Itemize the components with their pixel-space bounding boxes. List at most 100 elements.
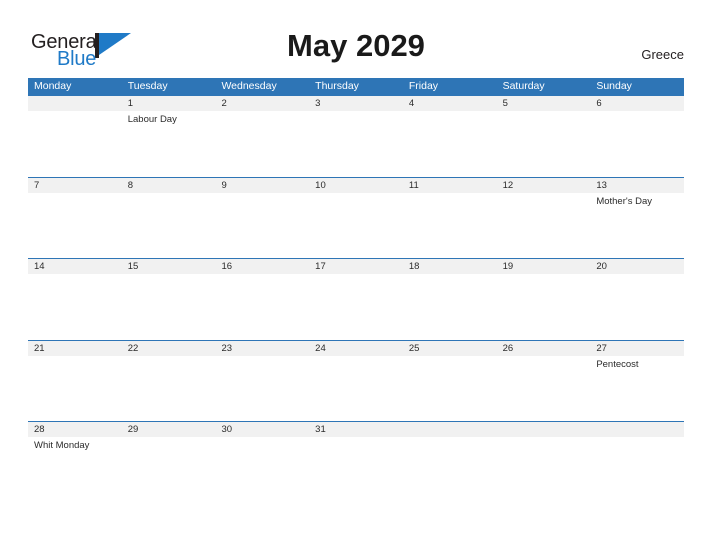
day-events [215, 193, 309, 196]
calendar-day-cell-empty [496, 422, 591, 503]
day-events [122, 274, 216, 277]
weekday-header-sunday: Sunday [596, 80, 632, 92]
calendar-day-cell[interactable]: 29 [121, 422, 216, 503]
day-events: Pentecost [590, 356, 684, 371]
day-events [497, 356, 591, 359]
day-number: 15 [121, 259, 216, 274]
day-number: 9 [215, 177, 310, 193]
calendar-day-cell[interactable]: 23 [215, 340, 310, 422]
calendar-week-row: 14 15 16 17 18 19 20 [28, 258, 685, 340]
day-events: Whit Monday [28, 437, 122, 452]
calendar-day-cell[interactable]: 30 [215, 422, 310, 503]
calendar-day-cell[interactable]: 9 [215, 177, 310, 259]
day-number: 24 [309, 340, 403, 356]
day-number: 4 [402, 96, 497, 111]
day-number: 18 [402, 259, 497, 274]
calendar-day-cell[interactable]: 25 [402, 340, 497, 422]
calendar-day-cell-empty [402, 422, 497, 503]
country-label: Greece [641, 47, 684, 62]
day-events [309, 274, 403, 277]
day-events [215, 437, 309, 440]
day-number: 8 [121, 177, 216, 193]
day-events [28, 193, 122, 196]
day-events [590, 437, 684, 440]
day-events [403, 193, 497, 196]
day-number: 26 [496, 340, 591, 356]
calendar-day-cell[interactable]: 13 Mother's Day [590, 177, 685, 259]
day-number: 29 [121, 422, 216, 437]
day-number: 14 [28, 259, 122, 274]
day-number: 13 [590, 177, 685, 193]
holiday-event: Labour Day [127, 114, 177, 125]
calendar-day-cell[interactable]: 19 [496, 259, 591, 340]
day-events [215, 274, 309, 277]
day-events [590, 274, 684, 277]
calendar-day-cell[interactable]: 11 [402, 177, 497, 259]
calendar-day-cell[interactable]: 14 [28, 259, 122, 340]
day-events [28, 274, 122, 277]
day-number: 30 [215, 422, 310, 437]
weekday-header-monday: Monday [34, 80, 72, 92]
calendar-grid: Monday Tuesday Wednesday Thursday Friday Satu… [28, 78, 685, 503]
calendar-day-cell[interactable]: 31 [309, 422, 403, 503]
calendar-day-cell[interactable]: 12 [496, 177, 591, 259]
day-events [28, 356, 122, 359]
calendar-day-cell[interactable]: 28 Whit Monday [28, 422, 122, 503]
day-number [590, 422, 685, 437]
day-number: 10 [309, 177, 403, 193]
day-number: 12 [496, 177, 591, 193]
calendar-day-cell[interactable]: 5 [496, 96, 591, 177]
holiday-event: Whit Monday [34, 440, 90, 451]
day-number: 1 [121, 96, 216, 111]
day-number [402, 422, 497, 437]
day-events [122, 437, 216, 440]
day-number: 5 [496, 96, 591, 111]
calendar-day-cell[interactable]: 2 [215, 96, 310, 177]
calendar-day-cell[interactable]: 6 [590, 96, 685, 177]
calendar-page: General Blue May 2029 Greece Monday Tuesd… [0, 0, 712, 550]
day-number: 31 [309, 422, 403, 437]
day-events [122, 356, 216, 359]
day-number: 21 [28, 340, 122, 356]
calendar-day-cell[interactable]: 26 [496, 340, 591, 422]
calendar-day-cell[interactable]: 17 [309, 259, 403, 340]
calendar-day-cell[interactable]: 8 [121, 177, 216, 259]
calendar-day-cell[interactable]: 16 [215, 259, 310, 340]
day-number: 27 [590, 340, 685, 356]
calendar-week-row: 28 Whit Monday 29 30 31 [28, 421, 685, 503]
day-number: 2 [215, 96, 310, 111]
calendar-day-cell[interactable]: 22 [121, 340, 216, 422]
day-events [403, 274, 497, 277]
day-events [497, 437, 591, 440]
calendar-day-cell[interactable]: 27 Pentecost [590, 340, 685, 422]
weekday-header-friday: Friday [408, 80, 439, 92]
weekday-header-wednesday: Wednesday [221, 80, 277, 92]
calendar-week-row: 1 Labour Day 2 3 4 5 6 [28, 95, 685, 177]
calendar-week-days: 28 Whit Monday 29 30 31 [28, 422, 685, 503]
calendar-day-cell[interactable]: 21 [28, 340, 122, 422]
calendar-day-cell[interactable]: 4 [402, 96, 497, 177]
day-events [497, 193, 591, 196]
day-events [590, 111, 684, 114]
day-number: 17 [309, 259, 403, 274]
day-events [497, 111, 591, 114]
calendar-day-cell[interactable]: 18 [402, 259, 497, 340]
day-events [309, 356, 403, 359]
day-events [215, 111, 309, 114]
day-number: 11 [402, 177, 497, 193]
calendar-day-cell[interactable]: 20 [590, 259, 685, 340]
calendar-day-cell[interactable]: 1 Labour Day [121, 96, 216, 177]
calendar-day-cell[interactable]: 7 [28, 177, 122, 259]
day-events [122, 193, 216, 196]
calendar-day-cell[interactable]: 24 [309, 340, 403, 422]
weekday-header-row: Monday Tuesday Wednesday Thursday Friday Satu… [28, 78, 684, 95]
day-events [309, 193, 403, 196]
calendar-day-cell[interactable]: 10 [309, 177, 403, 259]
calendar-day-cell[interactable]: 3 [309, 96, 403, 177]
calendar-day-cell-empty [590, 422, 685, 503]
day-events: Mother's Day [590, 193, 684, 208]
calendar-day-cell[interactable]: 15 [121, 259, 216, 340]
page-title: May 2029 [287, 28, 425, 63]
calendar-weeks: 1 Labour Day 2 3 4 5 6 7 8 9 10 11 12 13 Mother's Day 1… [28, 95, 685, 503]
calendar-week-row: 21 22 23 24 25 26 27 Pentecost [28, 339, 685, 422]
